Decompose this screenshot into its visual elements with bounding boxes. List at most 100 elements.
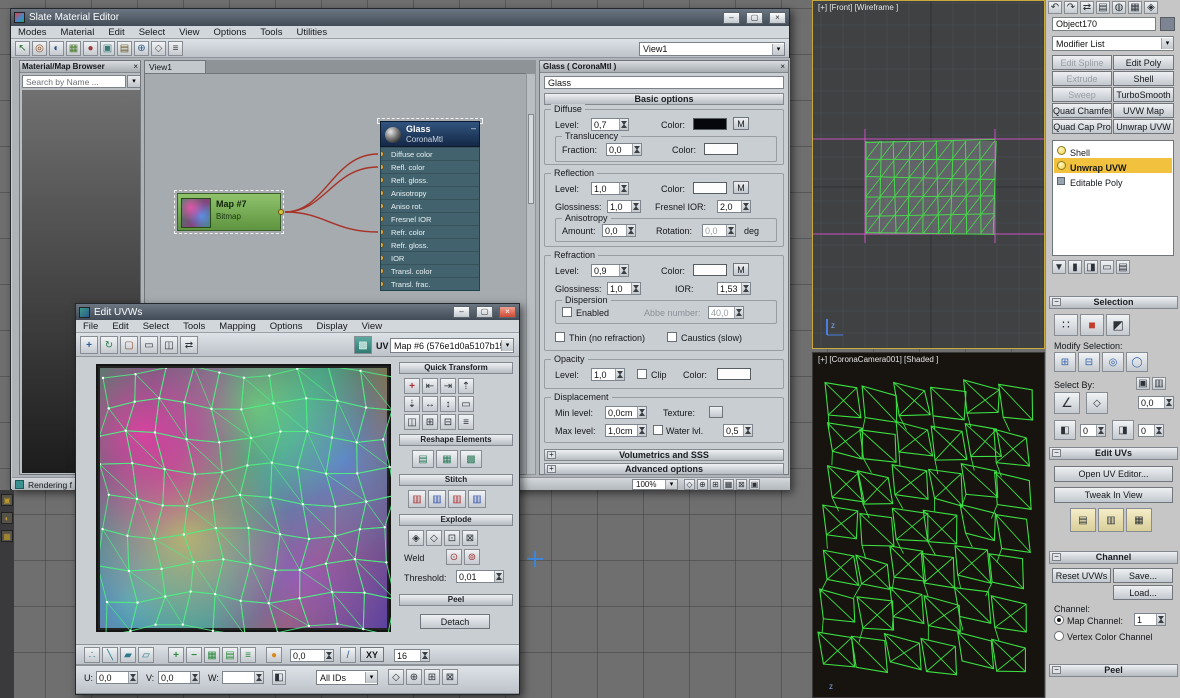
flip-icon[interactable]: ⇄ [180, 336, 198, 354]
modifier-button-shell[interactable]: Shell [1113, 71, 1174, 86]
show-end-result-icon[interactable]: ▮ [1068, 260, 1082, 274]
menu-tools[interactable]: Tools [176, 321, 212, 332]
input-socket[interactable] [381, 190, 384, 196]
menu-display[interactable]: Display [309, 321, 354, 332]
fraction-spinner[interactable]: 0,0 [606, 143, 642, 156]
stitch-to-average-icon[interactable]: ▥ [468, 490, 486, 508]
diffuse-map-button[interactable]: M [733, 117, 749, 130]
input-socket[interactable] [381, 216, 384, 222]
show-map-icon[interactable]: ▩ [354, 336, 372, 354]
stack-item-unwrap-uvw[interactable]: Unwrap UVW [1054, 158, 1172, 173]
v-spinner[interactable]: 0,0 [158, 671, 200, 684]
expand-icon[interactable]: + [547, 451, 556, 459]
slot-fresnel-ior[interactable]: Fresnel IOR [381, 212, 479, 225]
zoom-level-dropdown[interactable]: 100%▾ [632, 479, 678, 490]
menu-options[interactable]: Options [263, 321, 310, 332]
remove-modifier-icon[interactable]: ▭ [1100, 260, 1114, 274]
caustics-checkbox[interactable] [667, 332, 677, 342]
menu-edit[interactable]: Edit [101, 27, 131, 38]
menu-edit[interactable]: Edit [105, 321, 135, 332]
smgroup-spinner[interactable]: 0 [1138, 424, 1164, 437]
select-smgroup-icon[interactable]: ◨ [1112, 420, 1134, 440]
space-horizontal-icon[interactable]: ◫ [404, 414, 420, 430]
open-uv-editor-button[interactable]: Open UV Editor... [1054, 466, 1173, 482]
link-icon[interactable]: ⇄ [1080, 1, 1094, 14]
rollout-reshape-elements[interactable]: Reshape Elements [399, 434, 513, 446]
rotate-icon[interactable]: ↻ [100, 336, 118, 354]
angle-spinner[interactable]: 0,0 [290, 649, 334, 662]
refraction-color-swatch[interactable] [693, 264, 727, 276]
ring-selection-icon[interactable]: ◎ [1102, 352, 1124, 372]
select-by-smoothing-icon[interactable]: ▥ [1152, 377, 1166, 390]
undo-icon[interactable]: ↶ [1048, 1, 1062, 14]
mirror-icon[interactable]: ◍ [1112, 1, 1126, 14]
quick-peel-icon[interactable]: ▥ [1098, 508, 1124, 532]
menu-mapping[interactable]: Mapping [212, 321, 262, 332]
reflection-gloss-spinner[interactable]: 1,0 [607, 200, 641, 213]
pick-material-icon[interactable]: ◎ [32, 41, 47, 56]
input-socket[interactable] [381, 281, 384, 287]
show-map-icon[interactable]: ▣ [100, 41, 115, 56]
menu-utilities[interactable]: Utilities [289, 27, 334, 38]
max-level-spinner[interactable]: 1,0cm [605, 424, 647, 437]
minimize-icon[interactable]: – [723, 12, 740, 24]
element-submode-icon[interactable]: ▱ [138, 647, 154, 663]
ring-uv-icon[interactable]: ▤ [222, 647, 238, 663]
grid-size-spinner[interactable]: 16 [394, 649, 430, 662]
zoom-extents-icon[interactable]: ▦ [723, 479, 734, 490]
displacement-texture-button[interactable] [709, 406, 723, 418]
target-weld-icon[interactable]: ⊚ [464, 549, 480, 565]
material-name-field[interactable] [544, 76, 784, 89]
grow-selection-icon[interactable]: ⊞ [1054, 352, 1076, 372]
lock-selection-icon[interactable]: ◧ [272, 670, 286, 685]
slot-anisotropy[interactable]: Anisotropy [381, 186, 479, 199]
rollout-volumetrics[interactable]: + Volumetrics and SSS [544, 449, 784, 461]
stitch-custom-icon[interactable]: ▥ [408, 490, 426, 508]
object-name-field[interactable] [1052, 17, 1156, 31]
align-top-icon[interactable]: ⇡ [458, 378, 474, 394]
opacity-color-swatch[interactable] [717, 368, 751, 380]
map-channel-radio[interactable] [1054, 615, 1064, 625]
input-socket[interactable] [381, 164, 384, 170]
tweak-in-view-button[interactable]: Tweak In View [1054, 487, 1173, 503]
make-unique-icon[interactable]: ◨ [1084, 260, 1098, 274]
viewport-front[interactable]: [+] [Front] [Wireframe ] z [812, 0, 1045, 349]
soft-selection-icon[interactable]: ● [266, 647, 282, 663]
mirror-icon[interactable]: ◫ [160, 336, 178, 354]
preview-icon[interactable]: ◐ [49, 41, 64, 56]
menu-file[interactable]: File [76, 321, 105, 332]
pan-icon[interactable]: ◇ [151, 41, 166, 56]
stitch-to-source-icon[interactable]: ▥ [448, 490, 466, 508]
detach-button[interactable]: Detach [420, 614, 490, 629]
rollout-stitch[interactable]: Stitch [399, 474, 513, 486]
rollout-peel[interactable]: − Peel [1049, 664, 1178, 677]
straighten-selection-icon[interactable]: ▤ [412, 450, 434, 468]
diffuse-level-spinner[interactable]: 0,7 [591, 118, 629, 131]
pan-icon[interactable]: ◇ [684, 479, 695, 490]
menu-select[interactable]: Select [132, 27, 172, 38]
u-spinner[interactable]: 0,0 [96, 671, 138, 684]
load-button[interactable]: Load... [1113, 585, 1173, 600]
rotation-spinner[interactable]: 0,0 [702, 224, 736, 237]
polygon-mode-icon[interactable]: ■ [1080, 314, 1104, 336]
align-icon[interactable]: ▦ [1128, 1, 1142, 14]
close-icon[interactable]: × [769, 12, 786, 24]
planar-angle-spinner[interactable]: 0,0 [1138, 396, 1174, 409]
reflection-color-swatch[interactable] [693, 182, 727, 194]
reflection-map-button[interactable]: M [733, 181, 749, 194]
pan-to-selected-icon[interactable]: ▣ [749, 479, 760, 490]
collapse-icon[interactable]: − [1052, 449, 1061, 457]
close-icon[interactable]: × [499, 306, 516, 318]
move-gizmo-icon[interactable] [527, 551, 543, 567]
slot-transl-frac[interactable]: Transl. frac. [381, 277, 479, 290]
amount-spinner[interactable]: 0,0 [602, 224, 636, 237]
menu-options[interactable]: Options [207, 27, 254, 38]
slot-ior[interactable]: IOR [381, 251, 479, 264]
axis-slash-icon[interactable]: / [340, 647, 356, 663]
vertex-color-radio[interactable] [1054, 631, 1064, 641]
pack-icon[interactable]: ⊟ [440, 414, 456, 430]
min-level-spinner[interactable]: 0,0cm [605, 406, 647, 419]
select-by-color-icon[interactable]: ▣ [1136, 377, 1150, 390]
refraction-gloss-spinner[interactable]: 1,0 [607, 282, 641, 295]
clip-checkbox[interactable] [637, 369, 647, 379]
